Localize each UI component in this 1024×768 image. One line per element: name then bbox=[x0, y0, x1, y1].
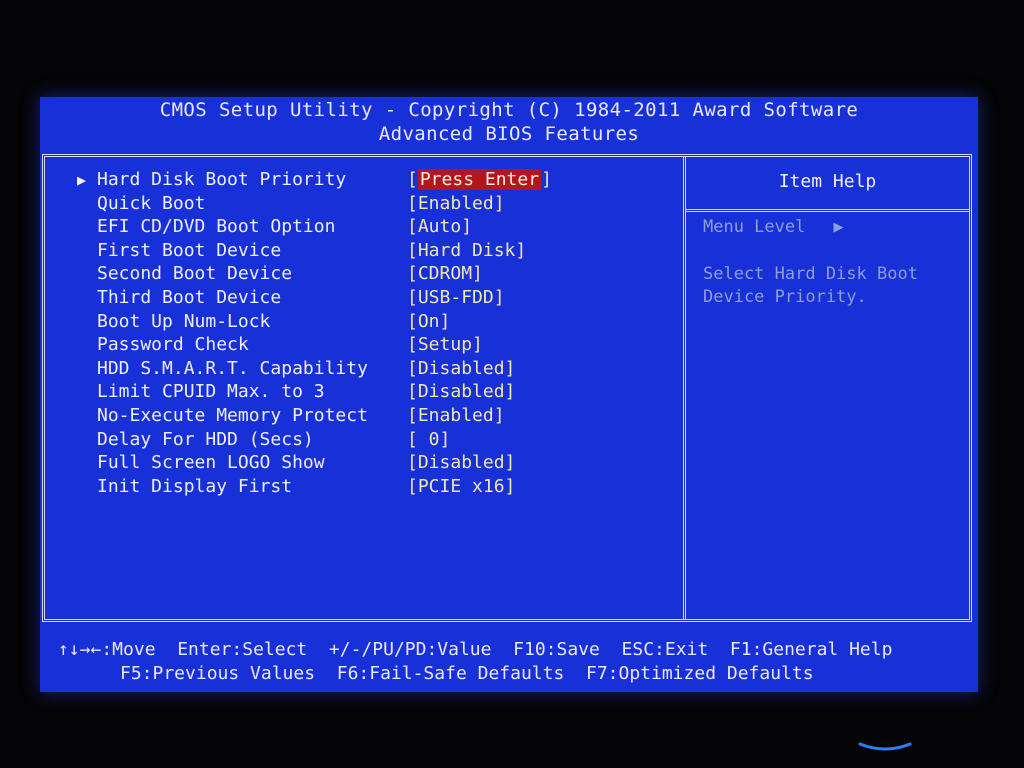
value-text: Disabled bbox=[417, 452, 505, 474]
panel-divider bbox=[683, 157, 686, 619]
setting-label: No-Execute Memory Protect bbox=[97, 405, 368, 426]
item-help-title: Item Help bbox=[778, 171, 877, 192]
value-text: Enabled bbox=[417, 192, 494, 214]
setting-row[interactable]: Delay For HDD (Secs) [ 0] bbox=[45, 429, 681, 451]
setting-label: Quick Boot bbox=[97, 192, 206, 214]
menu-level: Menu Level ▶ bbox=[703, 217, 844, 237]
setting-row[interactable]: Password Check [Setup] bbox=[45, 334, 681, 356]
setting-row[interactable]: Third Boot Device [USB-FDD] bbox=[45, 287, 681, 309]
setting-value[interactable]: [Disabled] bbox=[407, 381, 515, 403]
setting-row[interactable]: Limit CPUID Max. to 3 [Disabled] bbox=[45, 381, 681, 403]
value-text: 0 bbox=[417, 428, 440, 450]
help-divider bbox=[686, 209, 969, 212]
setting-label: Hard Disk Boot Priority bbox=[97, 169, 347, 190]
setting-row[interactable]: Second Boot Device [CDROM] bbox=[45, 263, 681, 285]
bios-screen: CMOS Setup Utility - Copyright (C) 1984-… bbox=[40, 97, 978, 692]
value-text: Disabled bbox=[417, 357, 505, 379]
setting-value[interactable]: [Disabled] bbox=[407, 358, 515, 380]
value-text: On bbox=[417, 310, 440, 332]
value-text: Disabled bbox=[417, 381, 505, 403]
setting-value[interactable]: [USB-FDD] bbox=[407, 287, 505, 309]
setting-value[interactable]: [On] bbox=[407, 311, 450, 333]
setting-label: Init Display First bbox=[97, 475, 293, 497]
setting-row[interactable]: ▶ Hard Disk Boot Priority [Press Enter] bbox=[45, 169, 681, 191]
setting-row[interactable]: Init Display First [PCIE x16] bbox=[45, 476, 681, 498]
setting-label: EFI CD/DVD Boot Option bbox=[97, 216, 336, 238]
settings-frame: ▶ Hard Disk Boot Priority[Press Enter] Qui… bbox=[42, 154, 972, 622]
setting-label: Full Screen LOGO Show bbox=[97, 452, 325, 474]
setting-value[interactable]: [Enabled] bbox=[407, 405, 505, 427]
value-text: CDROM bbox=[417, 263, 473, 285]
monitor-power-led-icon bbox=[858, 742, 912, 751]
menu-level-arrow-icon: ▶ bbox=[833, 217, 844, 237]
setting-label: Third Boot Device bbox=[97, 287, 282, 308]
setting-value[interactable]: [Setup] bbox=[407, 334, 483, 356]
window-title: CMOS Setup Utility - Copyright (C) 1984-… bbox=[159, 99, 859, 121]
help-description: Select Hard Disk Boot Device Priority. bbox=[703, 264, 918, 307]
setting-row[interactable]: EFI CD/DVD Boot Option [Auto] bbox=[45, 216, 681, 238]
setting-label: Delay For HDD (Secs) bbox=[97, 428, 314, 450]
setting-value[interactable]: [PCIE x16] bbox=[407, 476, 515, 498]
key-hints-line-2: F5:Previous Values F6:Fail-Safe Defaults… bbox=[120, 663, 814, 684]
setting-row[interactable]: No-Execute Memory Protect [Enabled] bbox=[45, 405, 681, 427]
setting-value[interactable]: [Auto] bbox=[407, 216, 472, 238]
submenu-pointer-icon: ▶ bbox=[77, 171, 87, 189]
setting-row[interactable]: Quick Boot [Enabled] bbox=[45, 193, 681, 215]
selected-value: Press Enter bbox=[417, 169, 542, 190]
setting-label: Password Check bbox=[97, 334, 249, 356]
setting-value[interactable]: [CDROM] bbox=[407, 263, 483, 285]
setting-value[interactable]: [ 0] bbox=[407, 429, 450, 451]
setting-row[interactable]: Full Screen LOGO Show [Disabled] bbox=[45, 452, 681, 474]
value-text: Enabled bbox=[417, 405, 494, 426]
setting-label: Boot Up Num-Lock bbox=[97, 310, 271, 332]
value-text: USB-FDD bbox=[417, 287, 494, 308]
setting-label: First Boot Device bbox=[97, 239, 282, 261]
setting-value[interactable]: [Disabled] bbox=[407, 452, 515, 474]
setting-label: Limit CPUID Max. to 3 bbox=[97, 381, 325, 403]
key-hints-line-1: ↑↓→←:Move Enter:Select +/-/PU/PD:Value F… bbox=[58, 639, 893, 660]
setting-value[interactable]: [Enabled] bbox=[407, 193, 505, 215]
setting-value[interactable]: [Press Enter] bbox=[407, 169, 552, 191]
value-text: PCIE x16 bbox=[417, 475, 505, 497]
value-text: Auto bbox=[417, 216, 462, 238]
setting-value[interactable]: [Hard Disk] bbox=[407, 240, 526, 262]
setting-label: HDD S.M.A.R.T. Capability bbox=[97, 357, 368, 379]
menu-level-label: Menu Level bbox=[703, 217, 806, 237]
setting-label: Second Boot Device bbox=[97, 263, 293, 285]
value-text: Setup bbox=[417, 334, 473, 356]
setting-row[interactable]: First Boot Device [Hard Disk] bbox=[45, 240, 681, 262]
page-title: Advanced BIOS Features bbox=[378, 123, 640, 145]
value-text: Hard Disk bbox=[417, 239, 516, 261]
setting-row[interactable]: Boot Up Num-Lock [On] bbox=[45, 311, 681, 333]
setting-row[interactable]: HDD S.M.A.R.T. Capability [Disabled] bbox=[45, 358, 681, 380]
